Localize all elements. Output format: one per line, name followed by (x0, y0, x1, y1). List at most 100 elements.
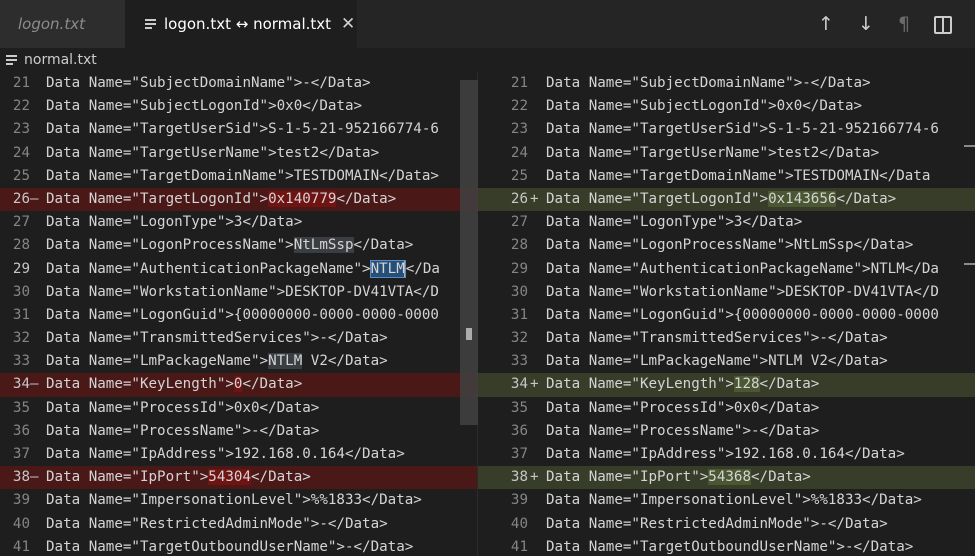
right-overview-ruler[interactable] (960, 145, 975, 265)
line-text: Data Name="TargetUserSid">S-1-5-21-95216… (46, 121, 439, 138)
code-line[interactable]: 38 + Data Name="IpPort">54368</Data> (478, 466, 975, 490)
line-text: Data Name="LmPackageName">NTLM V2</Data> (546, 353, 888, 370)
code-line[interactable]: 22 Data Name="SubjectLogonId">0x0</Data> (0, 95, 478, 118)
line-number: 22 (12, 98, 30, 115)
toggle-whitespace-button[interactable]: ¶ (893, 12, 915, 36)
close-icon[interactable]: ✕ (341, 14, 355, 34)
line-text: Data Name="TargetOutboundUserName">-</Da… (546, 538, 914, 555)
line-text: Data Name="TargetUserSid">S-1-5-21-95216… (546, 121, 939, 138)
code-line[interactable]: 29 Data Name="AuthenticationPackageName">… (478, 258, 975, 281)
code-line[interactable]: 35 Data Name="ProcessId">0x0</Data> (478, 397, 975, 420)
code-line[interactable]: 31 Data Name="LogonGuid">{00000000-0000-0… (478, 304, 975, 327)
breadcrumb: normal.txt (0, 48, 975, 72)
code-line[interactable]: 24 Data Name="TargetUserName">test2</Data… (0, 142, 478, 165)
code-line[interactable]: 33 Data Name="LmPackageName">NTLM V2</Dat… (0, 350, 478, 373)
text-segment: </Data> (251, 469, 311, 486)
tab-logon-txt[interactable]: logon.txt (0, 0, 125, 48)
text-segment: </Data> (836, 190, 897, 207)
line-number: 35 (12, 399, 30, 416)
code-line[interactable]: 30 Data Name="WorkstationName">DESKTOP-DV… (0, 281, 478, 304)
code-line[interactable]: 25 Data Name="TargetDomainName">TESTDOMAI… (0, 165, 478, 188)
code-line[interactable]: 23 Data Name="TargetUserSid">S-1-5-21-952… (0, 118, 478, 141)
code-line[interactable]: 22 Data Name="SubjectLogonId">0x0</Data> (478, 95, 975, 118)
code-line[interactable]: 30 Data Name="WorkstationName">DESKTOP-DV… (478, 281, 975, 304)
removed-marker: — (30, 376, 39, 393)
line-text: Data Name="LogonProcessName">NtLmSsp</Da… (546, 237, 914, 254)
file-lines-icon (6, 55, 17, 65)
code-line[interactable]: 21 Data Name="SubjectDomainName">-</Data> (0, 72, 478, 95)
tab-diff-logon-normal[interactable]: logon.txt ↔ normal.txt ✕ (125, 0, 357, 48)
code-line[interactable]: 40 Data Name="RestrictedAdminMode">-</Dat… (478, 513, 975, 536)
code-line[interactable]: 31 Data Name="LogonGuid">{00000000-0000-0… (0, 304, 478, 327)
code-line[interactable]: 27 Data Name="LogonType">3</Data> (0, 211, 478, 234)
line-number: 26 (510, 190, 528, 207)
code-line[interactable]: 41 Data Name="TargetOutboundUserName">-</… (0, 536, 478, 556)
line-text: Data Name="TargetDomainName">TESTDOMAIN<… (46, 167, 439, 184)
code-line[interactable]: 41 Data Name="TargetOutboundUserName">-</… (478, 536, 975, 556)
line-number: 21 (12, 75, 30, 91)
breadcrumb-file[interactable]: normal.txt (24, 52, 97, 68)
code-line[interactable]: 36 Data Name="ProcessName">-</Data> (478, 420, 975, 443)
modified-editor-pane[interactable]: 21 Data Name="SubjectDomainName">-</Data>… (478, 72, 975, 556)
text-segment: </Data> (353, 237, 414, 254)
previous-change-button[interactable]: ↑ (815, 12, 837, 36)
line-text: Data Name="RestrictedAdminMode">-</Data> (546, 515, 888, 532)
line-text: Data Name="TargetLogonId">0x143656</Data… (546, 188, 896, 211)
line-number: 32 (510, 330, 528, 347)
line-number: 38 (510, 469, 528, 486)
code-line[interactable]: 32 Data Name="TransmittedServices">-</Dat… (478, 327, 975, 350)
split-editor-button[interactable] (932, 12, 954, 36)
code-line[interactable]: 26— Data Name="TargetLogonId">0x140779</D… (0, 187, 478, 212)
code-line[interactable]: 21 Data Name="SubjectDomainName">-</Data> (478, 72, 975, 95)
line-text: Data Name="LogonGuid">{00000000-0000-000… (546, 306, 939, 323)
code-line[interactable]: 24 Data Name="TargetUserName">test2</Data… (478, 142, 975, 165)
text-segment: </Data> (336, 190, 397, 207)
line-text: Data Name="LogonType">3</Data> (546, 214, 803, 231)
selected-text[interactable]: NTLM (369, 259, 406, 278)
added-text: 128 (733, 376, 760, 393)
line-number: 34 (12, 376, 30, 393)
text-segment: Data Name="KeyLength"> (546, 376, 734, 393)
code-line[interactable]: 34 + Data Name="KeyLength">128</Data> (478, 373, 975, 397)
line-text: Data Name="TransmittedServices">-</Data> (46, 330, 388, 347)
next-change-button[interactable]: ↓ (855, 12, 877, 36)
code-line[interactable]: 37 Data Name="IpAddress">192.168.0.164</D… (478, 443, 975, 466)
code-line[interactable]: 28 Data Name="LogonProcessName">NtLmSsp</… (478, 234, 975, 257)
line-text: Data Name="KeyLength">0</Data> (46, 373, 302, 396)
code-line[interactable]: 32 Data Name="TransmittedServices">-</Dat… (0, 327, 478, 350)
left-scrollbar-thumb[interactable] (460, 80, 478, 425)
code-line[interactable]: 23 Data Name="TargetUserSid">S-1-5-21-952… (478, 118, 975, 141)
code-line[interactable]: 25 Data Name="TargetDomainName">TESTDOMAI… (478, 165, 975, 188)
line-number: 33 (510, 353, 528, 370)
code-line[interactable]: 28 Data Name="LogonProcessName">NtLmSsp</… (0, 234, 478, 257)
code-line[interactable]: 29 Data Name="AuthenticationPackageName">… (0, 258, 478, 281)
code-line[interactable]: 34— Data Name="KeyLength">0</Data> (0, 373, 478, 397)
code-line[interactable]: 38— Data Name="IpPort">54304</Data> (0, 466, 478, 490)
line-text: Data Name="KeyLength">128</Data> (546, 373, 819, 396)
added-text: 0x143656 (768, 190, 837, 207)
code-line[interactable]: 37 Data Name="IpAddress">192.168.0.164</D… (0, 443, 478, 466)
code-line[interactable]: 33 Data Name="LmPackageName">NTLM V2</Dat… (478, 350, 975, 373)
added-marker: + (530, 376, 539, 393)
line-text: Data Name="TargetUserName">test2</Data> (546, 144, 880, 161)
code-line[interactable]: 36 Data Name="ProcessName">-</Data> (0, 420, 478, 443)
code-line[interactable]: 39 Data Name="ImpersonationLevel">%%1833<… (0, 489, 478, 512)
line-number: 23 (12, 121, 30, 138)
original-editor-pane[interactable]: 21 Data Name="SubjectDomainName">-</Data>… (0, 72, 478, 556)
line-text: Data Name="IpAddress">192.168.0.164</Dat… (546, 446, 905, 462)
code-line[interactable]: 35 Data Name="ProcessId">0x0</Data> (0, 397, 478, 420)
line-number: 22 (510, 98, 528, 115)
word-highlight: NTLM (268, 353, 303, 370)
line-text: Data Name="ProcessName">-</Data> (46, 422, 320, 439)
line-text: Data Name="LogonType">3</Data> (46, 214, 303, 231)
code-line[interactable]: 26 + Data Name="TargetLogonId">0x143656</D… (478, 187, 975, 212)
text-segment: Data Name="KeyLength"> (46, 376, 234, 393)
code-line[interactable]: 39 Data Name="ImpersonationLevel">%%1833<… (478, 489, 975, 512)
line-text: Data Name="SubjectLogonId">0x0</Data> (46, 98, 363, 115)
line-text: Data Name="TransmittedServices">-</Data> (546, 330, 888, 347)
line-number: 35 (510, 399, 528, 416)
code-line[interactable]: 40 Data Name="RestrictedAdminMode">-</Dat… (0, 513, 478, 536)
code-line[interactable]: 27 Data Name="LogonType">3</Data> (478, 211, 975, 234)
text-segment: V2</Data> (302, 353, 388, 370)
text-segment: </Data> (242, 376, 303, 393)
